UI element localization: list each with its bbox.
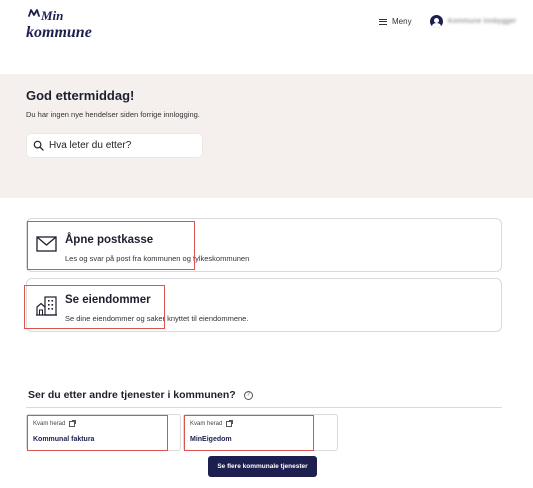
service-municipality: Kvam herad <box>33 420 77 427</box>
logo-line1: Min <box>40 8 63 23</box>
min-kommune-logo[interactable]: Min kommune <box>25 8 105 42</box>
user-avatar-icon <box>430 15 443 28</box>
service-card-kommunal-faktura[interactable]: Kvam herad Kommunal faktura <box>26 414 181 451</box>
user-menu[interactable]: Kommune Innbygger <box>430 15 516 28</box>
mailbox-card[interactable]: Åpne postkasse Les og svar på post fra k… <box>26 218 502 272</box>
search-placeholder: Hva leter du etter? <box>49 140 132 151</box>
menu-button[interactable]: Meny <box>379 17 412 26</box>
logo-line2: kommune <box>26 24 92 41</box>
search-input[interactable]: Hva leter du etter? <box>27 134 202 157</box>
properties-card-description: Se dine eiendommer og saker knyttet til … <box>65 314 249 323</box>
mailbox-card-description: Les og svar på post fra kommunen og fylk… <box>65 254 250 263</box>
hamburger-icon <box>379 18 387 25</box>
search-icon <box>33 140 44 151</box>
service-card-mineigedom[interactable]: Kvam herad MinEigedom <box>183 414 338 451</box>
other-services-heading: Ser du etter andre tjenester i kommunen?… <box>28 389 253 401</box>
help-icon[interactable]: ? <box>243 390 253 400</box>
properties-card-title: Se eiendommer <box>65 294 151 306</box>
section-divider <box>26 407 502 408</box>
service-name: Kommunal faktura <box>33 436 95 443</box>
other-services-title: Ser du etter andre tjenester i kommunen? <box>28 389 236 401</box>
external-link-icon <box>69 420 77 427</box>
service-municipality-label: Kvam herad <box>33 421 66 427</box>
mailbox-card-title: Åpne postkasse <box>65 234 154 246</box>
more-services-button[interactable]: Se flere kommunale tjenester <box>208 456 317 477</box>
notifications-status: Du har ingen nye hendelser siden forrige… <box>26 110 200 119</box>
external-link-icon <box>226 420 234 427</box>
user-name: Kommune Innbygger <box>448 18 517 25</box>
service-name: MinEigedom <box>190 436 232 443</box>
service-municipality-label: Kvam herad <box>190 421 223 427</box>
service-municipality: Kvam herad <box>190 420 234 427</box>
header: Min kommune Meny Kommune Innbygger <box>0 0 533 74</box>
greeting-heading: God ettermiddag! <box>26 88 135 103</box>
buildings-icon <box>36 296 57 316</box>
menu-label: Meny <box>392 17 412 26</box>
hero-section: God ettermiddag! Du har ingen nye hendel… <box>0 74 533 198</box>
properties-card[interactable]: Se eiendommer Se dine eiendommer og sake… <box>26 278 502 332</box>
envelope-icon <box>36 236 57 252</box>
